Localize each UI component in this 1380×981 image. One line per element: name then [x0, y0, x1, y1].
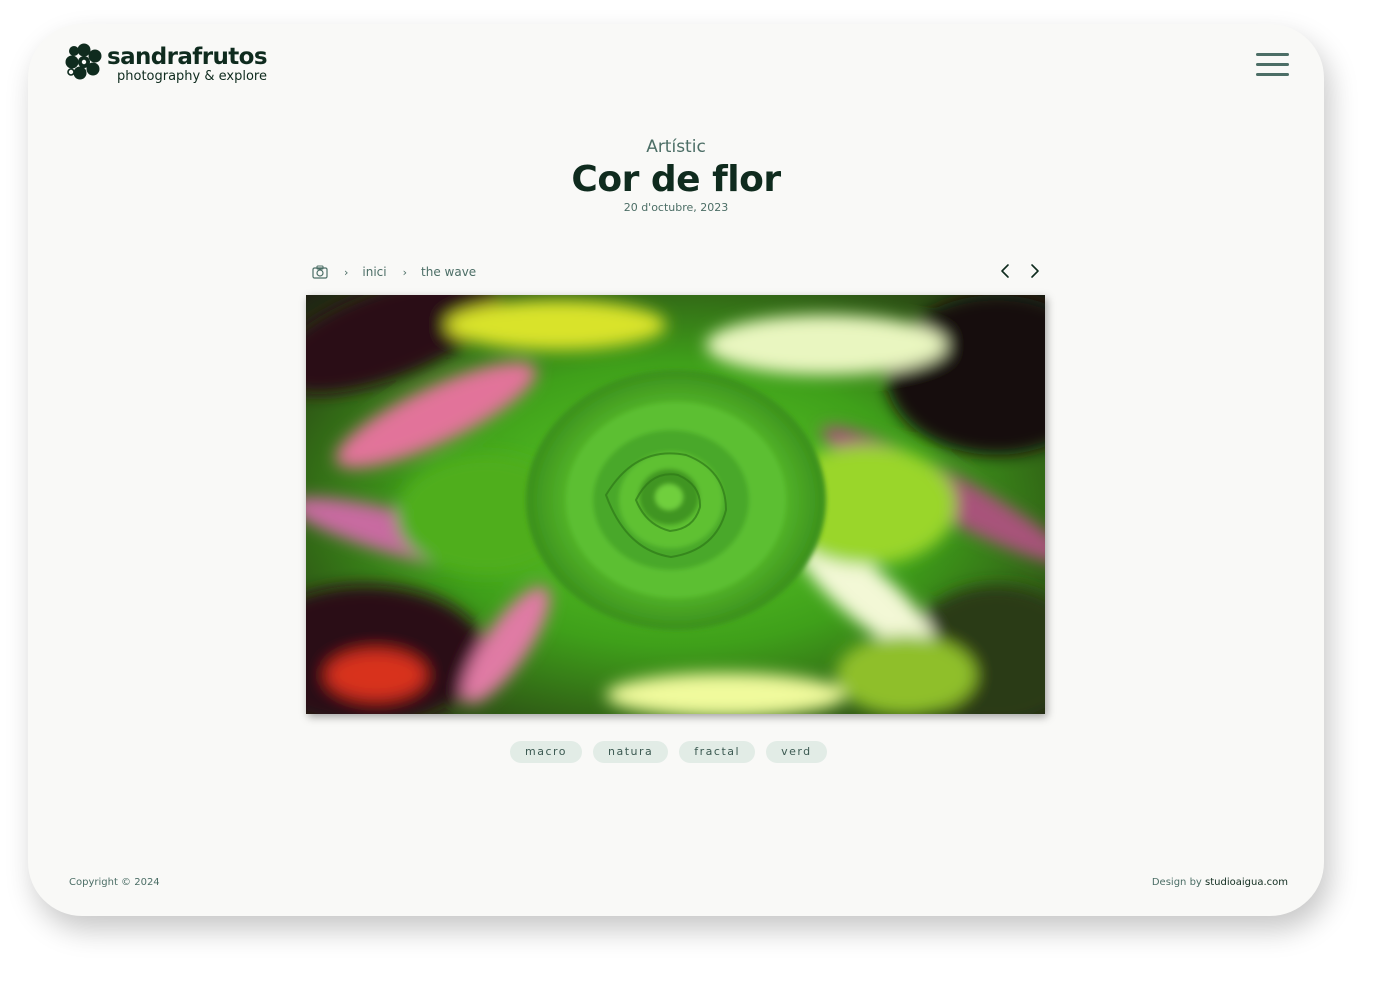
breadcrumb-item-inici[interactable]: inici: [362, 265, 386, 279]
tag-verd[interactable]: verd: [766, 741, 827, 763]
post-header: Artístic Cor de flor 20 d'octubre, 2023: [28, 136, 1324, 215]
tag-list: macro natura fractal verd: [510, 741, 827, 763]
site-logo[interactable]: sandrafrutos photography & explore: [64, 42, 324, 86]
menu-line: [1256, 73, 1289, 76]
page-title: Cor de flor: [571, 159, 781, 200]
featured-photo[interactable]: [306, 295, 1045, 714]
flower-logo-icon: [65, 43, 102, 80]
brand-name: sandrafrutos: [107, 44, 268, 70]
breadcrumb: › inici › the wave: [312, 262, 476, 282]
footer-copyright: Copyright © 2024: [69, 877, 160, 888]
tag-macro[interactable]: macro: [510, 741, 583, 763]
page-card: sandrafrutos photography & explore Artís…: [28, 24, 1324, 916]
menu-line: [1256, 53, 1289, 56]
chevron-right-icon: ›: [344, 265, 349, 279]
footer-design-credit: Design by studioaigua.com: [1152, 877, 1288, 888]
tag-fractal[interactable]: fractal: [679, 741, 756, 763]
post-category: Artístic: [646, 137, 706, 157]
post-date: 20 d'octubre, 2023: [623, 201, 729, 214]
chevron-left-icon[interactable]: [998, 263, 1012, 279]
menu-line: [1256, 63, 1289, 66]
succulent-photo-image: [306, 295, 1045, 714]
hamburger-menu-icon[interactable]: [1256, 52, 1290, 78]
chevron-right-icon: ›: [402, 265, 408, 279]
tag-natura[interactable]: natura: [593, 741, 669, 763]
chevron-right-icon[interactable]: [1028, 263, 1042, 279]
brand-tagline: photography & explore: [117, 69, 267, 84]
breadcrumb-item-the-wave[interactable]: the wave: [421, 265, 476, 279]
camera-icon[interactable]: [312, 265, 328, 279]
photo-pager: [998, 263, 1042, 279]
design-link[interactable]: studioaigua.com: [1205, 877, 1288, 888]
design-label: Design by: [1151, 877, 1202, 888]
